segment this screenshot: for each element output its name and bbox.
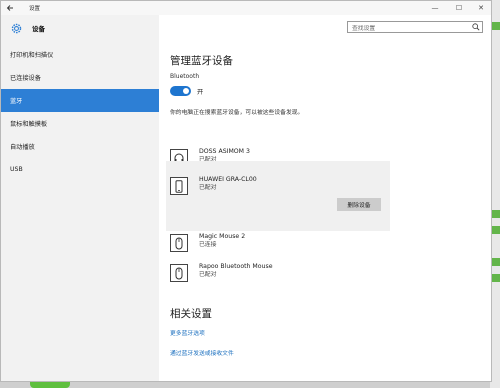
window-title: 设置	[29, 6, 41, 12]
sidebar-item-label: 打印机和扫描仪	[10, 52, 54, 59]
remove-device-button[interactable]: 删除设备	[337, 198, 381, 211]
sidebar-item-connected-devices[interactable]: 已连接设备	[1, 66, 159, 89]
settings-window: 设置 — ☐ ✕ 设备 打印机和扫描仪 已连接设备 蓝牙 鼠标和触摸板 自动播放…	[0, 0, 492, 382]
device-item-magic-mouse[interactable]: Magic Mouse 2 已连接	[166, 233, 390, 259]
search-input[interactable]: 查找设置	[347, 21, 483, 33]
related-settings-title: 相关设置	[170, 308, 212, 320]
sidebar-item-label: 已连接设备	[10, 75, 41, 82]
device-name: Magic Mouse 2	[199, 233, 246, 240]
mouse-icon	[170, 234, 188, 252]
sidebar-header-label: 设备	[32, 25, 45, 33]
search-placeholder: 查找设置	[352, 25, 376, 32]
sidebar-item-autoplay[interactable]: 自动播放	[1, 135, 159, 158]
sidebar-item-usb[interactable]: USB	[1, 158, 159, 181]
sidebar-item-label: USB	[10, 166, 23, 173]
bluetooth-toggle[interactable]	[170, 86, 191, 96]
back-arrow-icon[interactable]	[1, 1, 19, 15]
sidebar-item-bluetooth[interactable]: 蓝牙	[1, 89, 159, 112]
more-bluetooth-options-link[interactable]: 更多蓝牙选项	[170, 328, 205, 337]
sidebar-header: 设备	[1, 15, 159, 41]
send-receive-files-link[interactable]: 通过蓝牙发送或接收文件	[170, 348, 234, 357]
search-icon[interactable]	[470, 22, 482, 32]
device-name: Rapoo Bluetooth Mouse	[199, 263, 273, 270]
device-item-rapoo-mouse[interactable]: Rapoo Bluetooth Mouse 已配对	[166, 263, 390, 289]
sidebar-item-printers[interactable]: 打印机和扫描仪	[1, 43, 159, 66]
toggle-state-text: 开	[197, 89, 204, 96]
sidebar-item-label: 蓝牙	[10, 98, 23, 105]
title-bar: 设置 — ☐ ✕	[1, 1, 491, 15]
phone-icon	[170, 177, 188, 195]
gear-icon	[9, 21, 23, 35]
sidebar-item-label: 自动播放	[10, 144, 35, 151]
mouse-icon	[170, 264, 188, 282]
minimize-button[interactable]: —	[423, 1, 447, 15]
device-name: DOSS ASIMOM 3	[199, 148, 250, 155]
maximize-button[interactable]: ☐	[447, 1, 471, 15]
close-button[interactable]: ✕	[469, 1, 491, 15]
sidebar-nav: 打印机和扫描仪 已连接设备 蓝牙 鼠标和触摸板 自动播放 USB	[1, 43, 159, 181]
sidebar-item-mouse-touchpad[interactable]: 鼠标和触摸板	[1, 112, 159, 135]
discovery-status: 你的电脑正在搜索蓝牙设备，可以被这些设备发现。	[170, 110, 304, 116]
device-state: 已配对	[199, 185, 217, 191]
bluetooth-label: Bluetooth	[170, 73, 200, 80]
toggle-knob	[183, 88, 189, 94]
device-name: HUAWEI GRA-CL00	[199, 176, 257, 183]
main-content: 查找设置 管理蓝牙设备 Bluetooth 开 你的电脑正在搜索蓝牙设备，可以被…	[159, 15, 491, 381]
device-state: 已配对	[199, 272, 217, 278]
sidebar: 设备 打印机和扫描仪 已连接设备 蓝牙 鼠标和触摸板 自动播放 USB	[1, 15, 159, 381]
sidebar-item-label: 鼠标和触摸板	[10, 121, 48, 128]
device-item-huawei[interactable]: HUAWEI GRA-CL00 已配对	[166, 161, 390, 231]
page-title: 管理蓝牙设备	[170, 55, 233, 67]
device-state: 已连接	[199, 242, 217, 248]
